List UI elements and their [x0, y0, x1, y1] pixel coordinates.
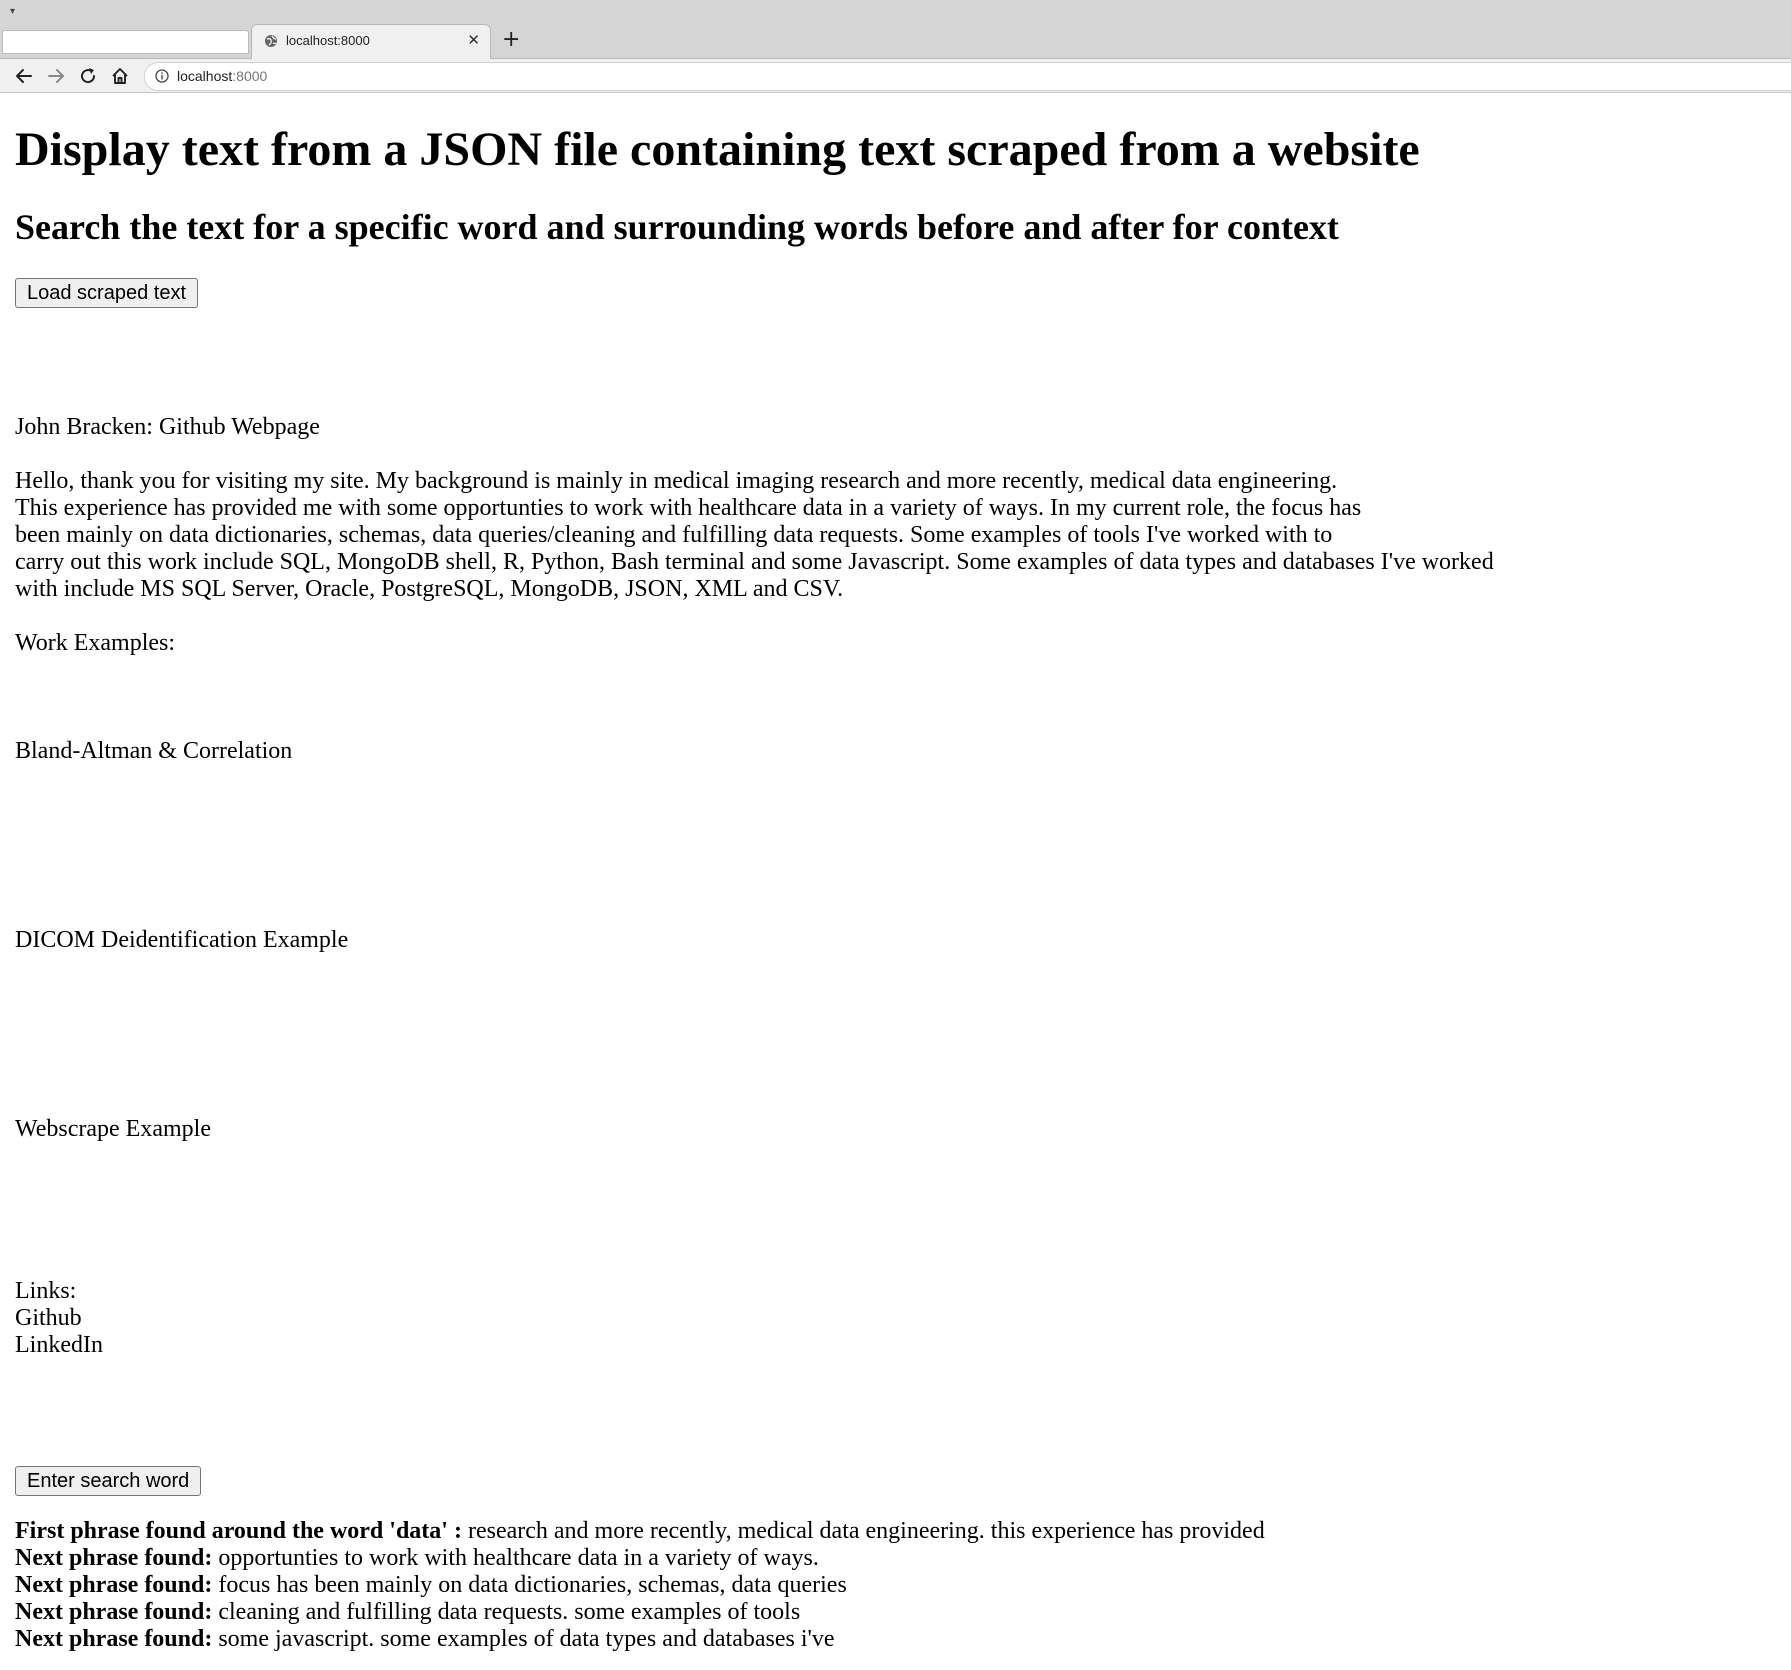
- result-line: Next phrase found: opportunties to work …: [15, 1545, 1265, 1572]
- intro-line: with include MS SQL Server, Oracle, Post…: [15, 576, 844, 602]
- example-bland-altman: Bland-Altman & Correlation: [15, 738, 293, 764]
- intro-line: This experience has provided me with som…: [15, 495, 1362, 521]
- example-webscrape: Webscrape Example: [15, 1116, 211, 1142]
- search-results: First phrase found around the word 'data…: [15, 1518, 1265, 1653]
- new-tab-button[interactable]: +: [502, 26, 520, 54]
- result-text: cleaning and fulfilling data requests. s…: [212, 1599, 801, 1625]
- navigation-toolbar: localhost:8000: [0, 59, 1791, 93]
- link-github: Github: [15, 1305, 82, 1331]
- page-title: Display text from a JSON file containing…: [15, 123, 1420, 176]
- back-arrow-icon[interactable]: [13, 65, 35, 87]
- tab-strip: ▾ localhost:8000 ✕ +: [0, 0, 1791, 59]
- intro-line: Hello, thank you for visiting my site. M…: [15, 468, 1338, 494]
- tab-list-menu-icon[interactable]: ▾: [10, 6, 24, 18]
- url-port: :8000: [232, 68, 268, 84]
- globe-icon: [265, 35, 277, 47]
- example-dicom: DICOM Deidentification Example: [15, 927, 349, 953]
- url-text: localhost:8000: [177, 68, 267, 84]
- address-bar[interactable]: localhost:8000: [144, 62, 1791, 91]
- url-host: localhost: [177, 68, 233, 84]
- result-label: First phrase found around the word 'data…: [15, 1518, 462, 1544]
- link-linkedin: LinkedIn: [15, 1332, 103, 1358]
- info-icon[interactable]: [155, 69, 169, 83]
- forward-arrow-icon[interactable]: [45, 65, 67, 87]
- result-text: focus has been mainly on data dictionari…: [212, 1572, 847, 1598]
- intro-line: been mainly on data dictionaries, schema…: [15, 522, 1333, 548]
- browser-chrome: ▾ localhost:8000 ✕ + localhost:8000: [0, 0, 1791, 93]
- result-label: Next phrase found:: [15, 1626, 213, 1652]
- result-label: Next phrase found:: [15, 1545, 213, 1571]
- result-label: Next phrase found:: [15, 1599, 213, 1625]
- work-examples-label: Work Examples:: [15, 630, 176, 656]
- scraped-intro: Hello, thank you for visiting my site. M…: [15, 468, 1494, 603]
- enter-search-word-button[interactable]: Enter search word: [15, 1466, 202, 1496]
- result-line: Next phrase found: some javascript. some…: [15, 1626, 1265, 1653]
- tab-title: localhost:8000: [286, 33, 370, 48]
- tab-blank[interactable]: [2, 30, 249, 54]
- close-tab-icon[interactable]: ✕: [467, 31, 480, 49]
- tab-localhost[interactable]: localhost:8000 ✕: [251, 24, 491, 59]
- load-scraped-text-button[interactable]: Load scraped text: [15, 278, 198, 308]
- home-icon[interactable]: [109, 65, 131, 87]
- result-label: Next phrase found:: [15, 1572, 213, 1598]
- result-line: Next phrase found: cleaning and fulfilli…: [15, 1599, 1265, 1626]
- result-text: some javascript. some examples of data t…: [212, 1626, 835, 1652]
- result-text: opportunties to work with healthcare dat…: [212, 1545, 819, 1571]
- page-subtitle: Search the text for a specific word and …: [15, 207, 1339, 247]
- links-label: Links:: [15, 1278, 77, 1304]
- result-line: First phrase found around the word 'data…: [15, 1518, 1265, 1545]
- result-line: Next phrase found: focus has been mainly…: [15, 1572, 1265, 1599]
- result-text: research and more recently, medical data…: [461, 1518, 1265, 1544]
- reload-icon[interactable]: [77, 65, 99, 87]
- scraped-title: John Bracken: Github Webpage: [15, 414, 320, 440]
- intro-line: carry out this work include SQL, MongoDB…: [15, 549, 1494, 575]
